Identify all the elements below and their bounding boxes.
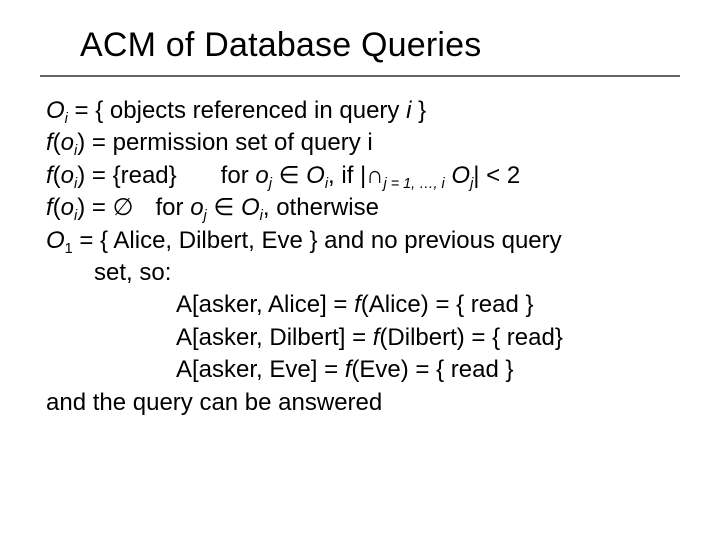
def-read: f(oi) = {read}for oj ∈ Oi, if |∩j = 1, …… <box>46 160 680 192</box>
slide-body: Oi = { objects referenced in query i } f… <box>40 95 680 419</box>
assign-alice: A[asker, Alice] = f(Alice) = { read } <box>46 289 680 321</box>
def-empty: f(oi) = ∅for oj ∈ Oi, otherwise <box>46 192 680 224</box>
set-so: set, so: <box>46 257 680 289</box>
conclusion: and the query can be answered <box>46 387 680 419</box>
slide-title: ACM of Database Queries <box>40 20 680 77</box>
slide: ACM of Database Queries Oi = { objects r… <box>0 0 720 540</box>
assign-eve: A[asker, Eve] = f(Eve) = { read } <box>46 354 680 386</box>
def-set-oi: Oi = { objects referenced in query i } <box>46 95 680 127</box>
assign-dilbert: A[asker, Dilbert] = f(Dilbert) = { read} <box>46 322 680 354</box>
def-perm: f(oi) = permission set of query i <box>46 127 680 159</box>
o1-set: O1 = { Alice, Dilbert, Eve } and no prev… <box>46 225 680 257</box>
